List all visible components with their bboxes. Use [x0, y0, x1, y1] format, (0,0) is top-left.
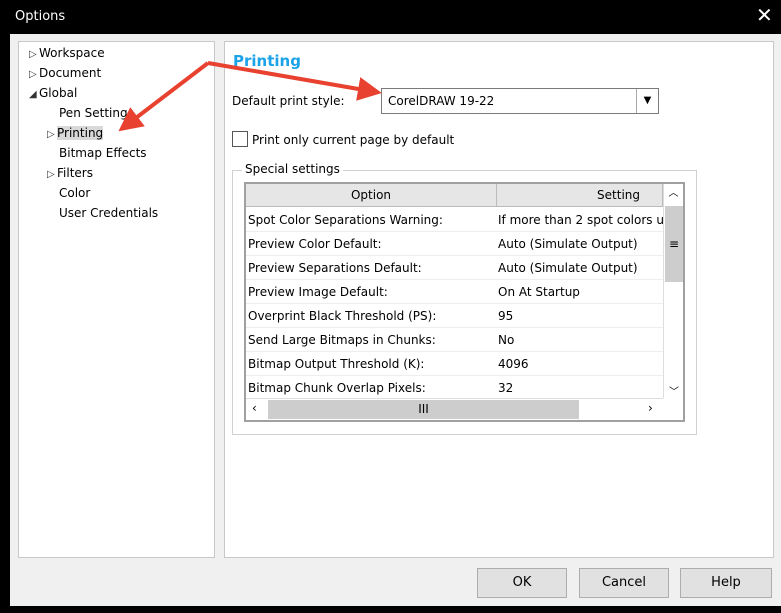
cancel-button[interactable]: Cancel — [579, 568, 669, 598]
arrow-to-printing — [118, 61, 210, 132]
annotation-arrows — [118, 61, 382, 132]
arrow-to-print-style — [207, 61, 382, 101]
ok-button[interactable]: OK — [477, 568, 567, 598]
help-button[interactable]: Help — [680, 568, 772, 598]
